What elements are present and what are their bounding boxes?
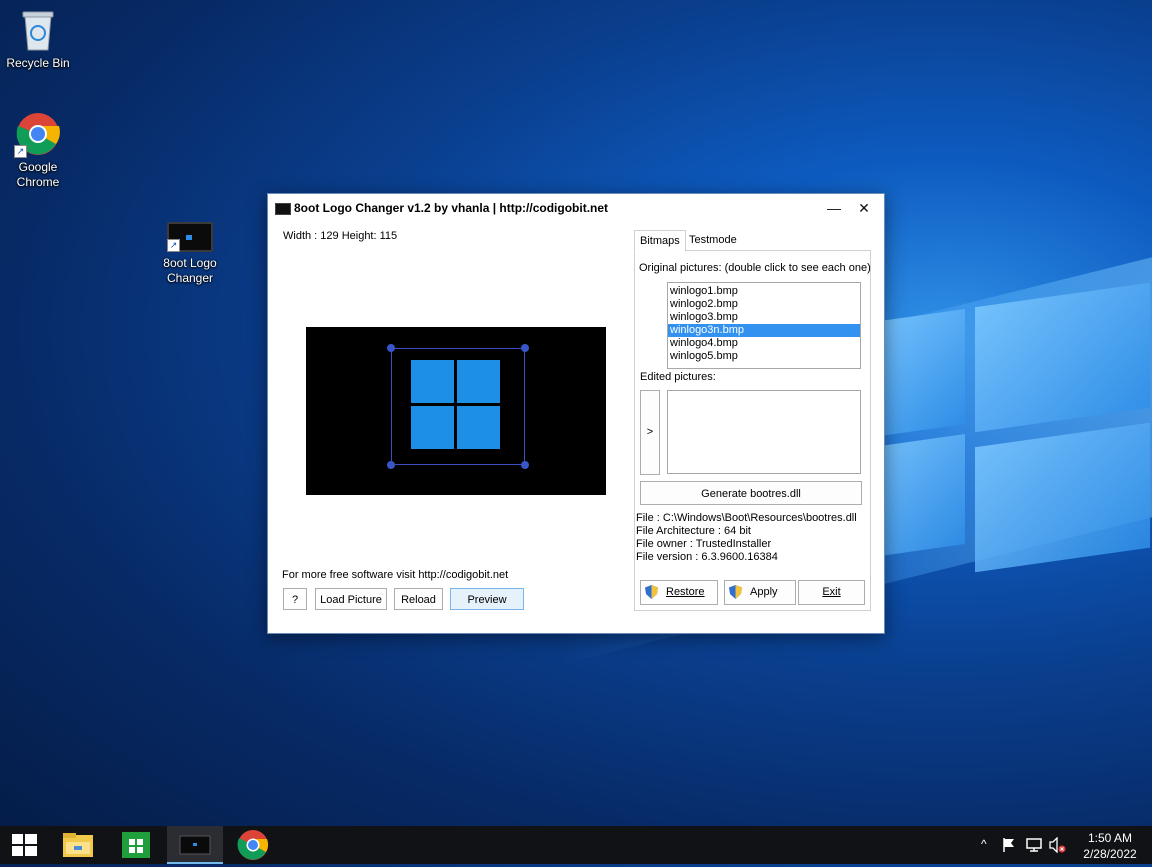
reload-button[interactable]: Reload xyxy=(394,588,443,610)
shortcut-arrow-icon: ↗ xyxy=(14,145,27,158)
recycle-bin-icon xyxy=(20,8,56,52)
edited-pictures-label: Edited pictures: xyxy=(640,371,716,383)
file-architecture-label: File Architecture : 64 bit xyxy=(636,525,751,537)
apply-button-label: Apply xyxy=(750,586,778,598)
taskbar-store[interactable] xyxy=(112,826,160,864)
original-picture-item[interactable]: winlogo4.bmp xyxy=(668,337,860,350)
minimize-button[interactable]: — xyxy=(820,198,848,218)
app-icon xyxy=(275,203,291,215)
restore-button-label: Restore xyxy=(666,586,705,598)
window-title: 8oot Logo Changer v1.2 by vhanla | http:… xyxy=(294,201,609,215)
resize-handle-top-right[interactable] xyxy=(521,344,529,352)
tab-bitmaps[interactable]: Bitmaps xyxy=(634,230,686,252)
original-picture-item[interactable]: winlogo2.bmp xyxy=(668,298,860,311)
action-center-flag-icon[interactable] xyxy=(1002,837,1016,856)
windows-start-icon xyxy=(12,834,37,856)
move-to-edited-button[interactable]: > xyxy=(640,390,660,475)
original-picture-item[interactable]: winlogo5.bmp xyxy=(668,350,860,363)
uac-shield-icon xyxy=(729,585,742,600)
shortcut-arrow-icon: ↗ xyxy=(167,239,180,252)
load-picture-button[interactable]: Load Picture xyxy=(315,588,387,610)
clock[interactable]: 1:50 AM 2/28/2022 xyxy=(1080,830,1140,862)
boot-logo-changer-window: 8oot Logo Changer v1.2 by vhanla | http:… xyxy=(267,193,885,634)
logo-pane xyxy=(457,360,500,403)
chrome-icon: ↗ xyxy=(14,112,60,158)
taskbar-file-explorer[interactable] xyxy=(54,826,102,864)
logo-preview[interactable] xyxy=(306,327,606,495)
apply-button[interactable]: Apply xyxy=(724,580,796,605)
original-picture-item[interactable]: winlogo3n.bmp xyxy=(668,324,860,337)
edited-pictures-list[interactable] xyxy=(667,390,861,474)
tab-testmode[interactable]: Testmode xyxy=(684,230,742,250)
desktop-icon-recycle-bin[interactable]: Recycle Bin xyxy=(0,8,78,71)
file-owner-label: File owner : TrustedInstaller xyxy=(636,538,772,550)
clock-date: 2/28/2022 xyxy=(1083,847,1137,861)
show-hidden-icons-button[interactable]: ^ xyxy=(981,837,987,851)
taskbar: ^ 1:50 AM 2/28/2022 xyxy=(0,826,1152,864)
restore-button[interactable]: Restore xyxy=(640,580,718,605)
wallpaper-windows-logo xyxy=(880,282,1150,573)
start-button[interactable] xyxy=(0,826,48,864)
resize-handle-top-left[interactable] xyxy=(387,344,395,352)
resize-handle-bottom-left[interactable] xyxy=(387,461,395,469)
chrome-taskbar-icon xyxy=(237,830,269,860)
uac-shield-icon xyxy=(645,585,658,600)
title-bar[interactable]: 8oot Logo Changer v1.2 by vhanla | http:… xyxy=(268,194,884,222)
exit-button-label: Exit xyxy=(822,586,841,598)
desktop-icon-label: Google Chrome xyxy=(16,160,60,189)
selection-rectangle[interactable] xyxy=(391,348,525,465)
network-icon[interactable] xyxy=(1025,837,1043,856)
dimensions-label: Width : 129 Height: 115 xyxy=(283,230,398,242)
original-pictures-label: Original pictures: (double click to see … xyxy=(639,262,871,274)
logo-pane xyxy=(411,360,454,403)
taskbar-chrome[interactable] xyxy=(229,826,277,864)
original-picture-item[interactable]: winlogo1.bmp xyxy=(668,285,860,298)
boot-logo-changer-taskbar-icon xyxy=(179,835,211,855)
original-pictures-list[interactable]: winlogo1.bmp winlogo2.bmp winlogo3.bmp winl… xyxy=(667,282,861,369)
close-button[interactable]: ✕ xyxy=(850,198,878,218)
volume-muted-icon[interactable] xyxy=(1049,836,1067,856)
desktop-icon-google-chrome[interactable]: ↗ Google Chrome xyxy=(0,112,78,190)
file-path-label: File : C:\Windows\Boot\Resources\bootres… xyxy=(636,512,857,524)
original-picture-item[interactable]: winlogo3.bmp xyxy=(668,311,860,324)
store-icon xyxy=(122,832,150,858)
help-button[interactable]: ? xyxy=(283,588,307,610)
file-version-label: File version : 6.3.9600.16384 xyxy=(636,551,778,563)
logo-pane xyxy=(457,406,500,449)
file-explorer-icon xyxy=(63,833,93,857)
footer-text: For more free software visit http://codi… xyxy=(282,569,509,581)
clock-time: 1:50 AM xyxy=(1087,831,1133,845)
desktop-icon-boot-logo-changer[interactable]: ↗ 8oot Logo Changer xyxy=(150,222,230,286)
logo-pane xyxy=(411,406,454,449)
resize-handle-bottom-right[interactable] xyxy=(521,461,529,469)
exit-button[interactable]: Exit xyxy=(798,580,865,605)
preview-button[interactable]: Preview xyxy=(450,588,524,610)
generate-bootres-button[interactable]: Generate bootres.dll xyxy=(640,481,862,505)
taskbar-boot-logo-changer[interactable] xyxy=(167,826,223,864)
desktop-icon-label: 8oot Logo Changer xyxy=(163,256,217,285)
desktop-icon-label: Recycle Bin xyxy=(6,56,70,70)
boot-logo-changer-icon: ↗ xyxy=(167,222,213,252)
